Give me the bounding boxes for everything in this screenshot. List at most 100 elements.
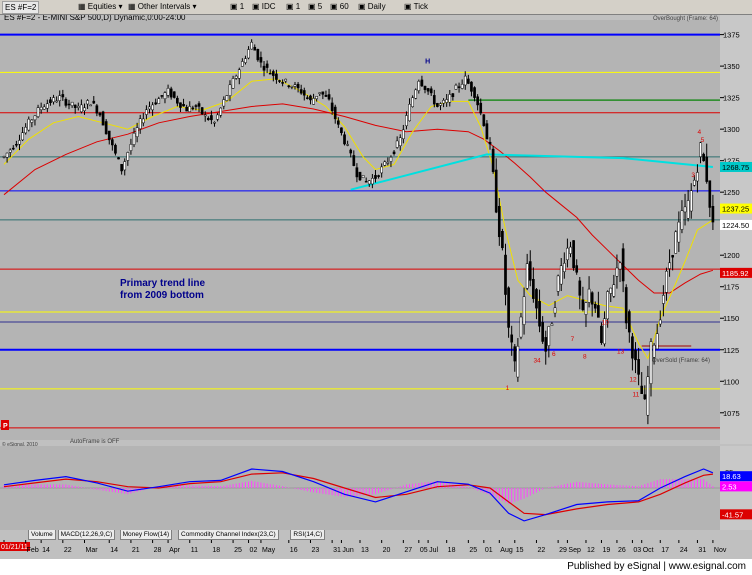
candle-body <box>302 90 306 96</box>
candle-body <box>377 175 380 177</box>
candle-body <box>222 99 226 107</box>
h-marker: H <box>425 59 430 66</box>
candle-body <box>123 161 127 171</box>
interval-button-1[interactable]: ▣ IDC <box>252 1 276 12</box>
date-tick-label: Jun <box>342 547 353 554</box>
candle-body <box>343 134 346 145</box>
candle-body <box>420 79 424 87</box>
candle-body <box>600 325 603 343</box>
chart-canvas: ES #F=2 - E-MINI S&P 500,D) Dynamic,0:00… <box>0 13 752 559</box>
price-label-1: 1237.25 <box>722 205 749 214</box>
candle-body <box>364 180 368 183</box>
interval-button-3[interactable]: ▣ 5 <box>308 1 322 12</box>
candle-body <box>705 156 709 182</box>
candle-body <box>324 94 328 97</box>
candle-body <box>160 95 164 97</box>
candle-body <box>231 78 235 89</box>
candle-body <box>569 246 572 254</box>
candle-body <box>612 284 616 297</box>
interval-button-0[interactable]: ▣ 1 <box>230 1 244 12</box>
candle-body <box>259 57 263 63</box>
candle-body <box>389 156 393 162</box>
date-tick-label: 29 <box>559 547 567 554</box>
date-tick-label: Apr <box>169 547 181 554</box>
other-intervals-menu[interactable]: ▦ Other Intervals ▾ <box>128 1 197 12</box>
date-tick-label: 15 <box>516 547 524 554</box>
equities-menu[interactable]: ▦ Equities ▾ <box>78 1 123 12</box>
date-tick-label: 22 <box>537 547 545 554</box>
candle-body <box>5 152 9 158</box>
candle-body <box>284 78 288 82</box>
candle-body <box>572 240 575 269</box>
candle-body <box>52 97 55 103</box>
candle-body <box>8 149 12 153</box>
candle-body <box>448 94 452 103</box>
footer-text: Published by eSignal | www.esignal.com <box>567 561 746 572</box>
candle-body <box>76 105 80 108</box>
candle-body <box>575 265 579 273</box>
candle-body <box>367 180 371 185</box>
candle-body <box>107 130 111 141</box>
candle-body <box>482 114 486 126</box>
interval-button-5[interactable]: ▣ Daily <box>358 1 386 12</box>
candle-body <box>73 104 77 108</box>
candle-body <box>176 97 179 104</box>
candle-body <box>247 49 250 59</box>
candle-body <box>346 144 349 146</box>
candle-body <box>473 87 476 98</box>
symbol-box[interactable]: ES #F=2 <box>2 1 40 14</box>
candle-body <box>460 84 464 89</box>
candle-body <box>166 87 170 96</box>
tab-rsi-14-c[interactable]: RSI(14,C) <box>290 530 326 540</box>
candle-body <box>101 111 105 126</box>
y-tick-label: 1325 <box>723 94 740 103</box>
interval-button-6[interactable]: ▣ Tick <box>404 1 428 12</box>
candle-body <box>64 99 68 106</box>
candle-body <box>553 307 557 314</box>
candle-body <box>609 287 613 294</box>
equities-label: Equities <box>87 2 117 11</box>
demark-count-9: 4 <box>698 129 702 136</box>
candle-body <box>634 349 637 361</box>
candle-body <box>578 280 582 296</box>
tab-volume[interactable]: Volume <box>28 530 56 540</box>
tab-macd-12-26-9-c[interactable]: MACD(12,26,9,C) <box>57 530 116 540</box>
candle-body <box>241 61 244 67</box>
candle-body <box>414 89 418 99</box>
candle-body <box>129 144 133 151</box>
candle-body <box>92 100 96 104</box>
interval-button-2[interactable]: ▣ 1 <box>286 1 300 12</box>
interval-button-4[interactable]: ▣ 60 <box>330 1 349 12</box>
candle-body <box>18 140 21 145</box>
candle-body <box>296 83 300 89</box>
candle-body <box>213 121 216 124</box>
price-plot-area <box>0 20 720 440</box>
candle-body <box>442 100 445 104</box>
y-tick-label: 1300 <box>723 125 740 134</box>
candle-body <box>95 105 99 114</box>
candle-body <box>501 230 504 249</box>
candle-body <box>454 84 458 90</box>
date-tick-label: 21 <box>132 547 140 554</box>
tab-money-flow-14[interactable]: Money Flow(14) <box>119 530 173 540</box>
candle-body <box>191 107 195 110</box>
date-tick-label: 11 <box>191 547 198 554</box>
candle-body <box>519 316 523 338</box>
date-tick-label: Mar <box>85 547 98 554</box>
candle-body <box>306 97 309 99</box>
candle-body <box>262 65 266 71</box>
candle-body <box>86 100 89 105</box>
candle-body <box>371 178 374 185</box>
candle-body <box>386 161 390 164</box>
demark-count-5: 10 <box>602 320 610 327</box>
candle-body <box>581 299 585 311</box>
candle-body <box>293 84 297 87</box>
candle-body <box>30 119 34 123</box>
tab-commodity-channel-index-23-c[interactable]: Commodity Channel Index(23,C) <box>178 530 279 540</box>
date-tick-label: 25 <box>234 547 242 554</box>
overbought-label: OverBought (Frame: 64) <box>653 16 718 22</box>
candle-body <box>333 106 337 120</box>
candle-body <box>680 210 684 230</box>
candle-body <box>318 92 322 94</box>
candle-body <box>417 80 421 91</box>
